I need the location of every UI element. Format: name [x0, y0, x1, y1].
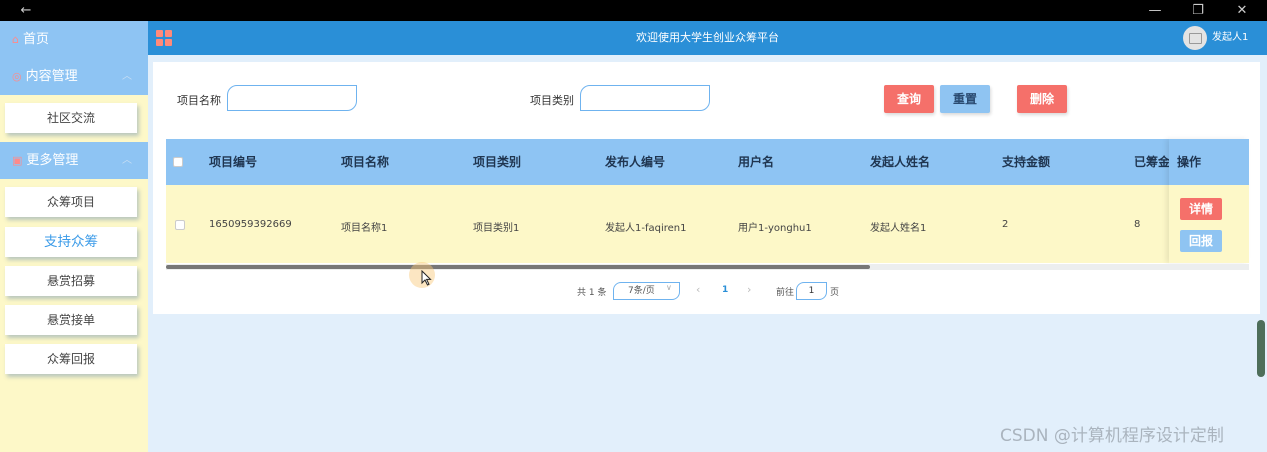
column-header[interactable]: 支持金额	[1002, 139, 1050, 185]
select-all-checkbox[interactable]	[173, 157, 183, 167]
sidebar: ⌂ 首页 ◎ 内容管理 ︿ 社区交流 ▣ 更多管理 ︿ 众筹项目 支持众筹 悬赏招募 …	[0, 21, 148, 452]
column-header[interactable]: 已筹金	[1134, 139, 1169, 185]
vertical-scrollbar-thumb[interactable]	[1257, 320, 1265, 377]
column-header[interactable]: 发布人编号	[605, 139, 665, 185]
home-icon: ⌂	[12, 33, 19, 46]
detail-button[interactable]: 详情	[1180, 198, 1222, 220]
project-type-label: 项目类别	[530, 94, 574, 107]
table-cell: 8	[1134, 219, 1141, 230]
row-checkbox[interactable]	[175, 220, 185, 230]
delete-button[interactable]: 删除	[1017, 85, 1067, 113]
project-name-input[interactable]	[227, 85, 357, 111]
chevron-up-icon: ︿	[122, 155, 132, 166]
column-header[interactable]: 用户名	[738, 139, 774, 185]
close-icon[interactable]: ✕	[1222, 0, 1262, 21]
operation-header: 操作	[1169, 139, 1249, 185]
column-header[interactable]: 项目编号	[209, 139, 257, 185]
more-icon: ▣	[12, 154, 23, 167]
watermark: CSDN @计算机程序设计定制	[1000, 426, 1224, 446]
chevron-up-icon: ︿	[122, 71, 132, 82]
table-cell: 2	[1002, 219, 1009, 230]
page-unit-label: 页	[830, 288, 840, 298]
back-arrow-icon[interactable]: ←	[6, 0, 46, 21]
column-header[interactable]: 发起人姓名	[870, 139, 930, 185]
prev-page-icon[interactable]: ‹	[696, 283, 700, 296]
sidebar-item-bounty-orders[interactable]: 悬赏接单	[5, 305, 137, 335]
table-cell: 项目类别1	[473, 223, 520, 234]
minimize-icon[interactable]: —	[1135, 0, 1175, 21]
project-name-label: 项目名称	[177, 94, 221, 107]
sidebar-group-more[interactable]: ▣ 更多管理 ︿	[0, 142, 148, 179]
mouse-cursor-icon	[421, 270, 432, 286]
sidebar-group-label: 更多管理	[26, 153, 79, 168]
horizontal-scrollbar-thumb[interactable]	[166, 265, 870, 269]
table-cell: 发起人1-faqiren1	[605, 223, 687, 234]
operation-header-label: 操作	[1177, 155, 1202, 169]
next-page-icon[interactable]: ›	[747, 283, 751, 296]
table-header: 项目编号 项目名称 项目类别 发布人编号 用户名 发起人姓名 支持金额 已筹金	[166, 139, 1249, 185]
pagination-total: 共 1 条	[577, 288, 607, 298]
page-jump-input[interactable]: 1	[796, 282, 827, 300]
username[interactable]: 发起人1	[1212, 21, 1248, 55]
sidebar-item-support-crowdfund[interactable]: 支持众筹	[5, 227, 137, 257]
chevron-down-icon: ∨	[666, 283, 672, 292]
window-title-bar: ← — ❐ ✕	[0, 0, 1267, 21]
page-number-current[interactable]: 1	[722, 285, 728, 295]
table-cell: 项目名称1	[341, 223, 388, 234]
content-icon: ◎	[12, 70, 22, 83]
sidebar-item-label: 首页	[22, 32, 49, 47]
project-type-input[interactable]	[580, 85, 710, 111]
sidebar-item-home[interactable]: ⌂ 首页	[0, 21, 148, 58]
table-cell: 发起人姓名1	[870, 223, 927, 234]
sidebar-item-crowdfund-projects[interactable]: 众筹项目	[5, 187, 137, 217]
top-header: 欢迎使用大学生创业众筹平台 发起人1	[148, 21, 1267, 55]
column-header[interactable]: 项目类别	[473, 139, 521, 185]
menu-grid-icon[interactable]	[156, 30, 172, 46]
sidebar-item-crowdfund-rewards[interactable]: 众筹回报	[5, 344, 137, 374]
column-header[interactable]: 项目名称	[341, 139, 389, 185]
app-title: 欢迎使用大学生创业众筹平台	[636, 31, 779, 44]
sidebar-group-label: 内容管理	[25, 69, 78, 84]
avatar[interactable]	[1183, 26, 1207, 50]
goto-label: 前往	[776, 288, 795, 298]
report-button[interactable]: 回报	[1180, 230, 1222, 252]
query-button[interactable]: 查询	[884, 85, 934, 113]
sidebar-item-community[interactable]: 社区交流	[5, 103, 137, 133]
sidebar-group-content[interactable]: ◎ 内容管理 ︿	[0, 58, 148, 95]
sidebar-item-bounty-recruit[interactable]: 悬赏招募	[5, 266, 137, 296]
table-cell: 1650959392669	[209, 219, 292, 230]
table-cell: 用户1-yonghu1	[738, 223, 812, 234]
restore-icon[interactable]: ❐	[1178, 0, 1218, 21]
reset-button[interactable]: 重置	[940, 85, 990, 113]
